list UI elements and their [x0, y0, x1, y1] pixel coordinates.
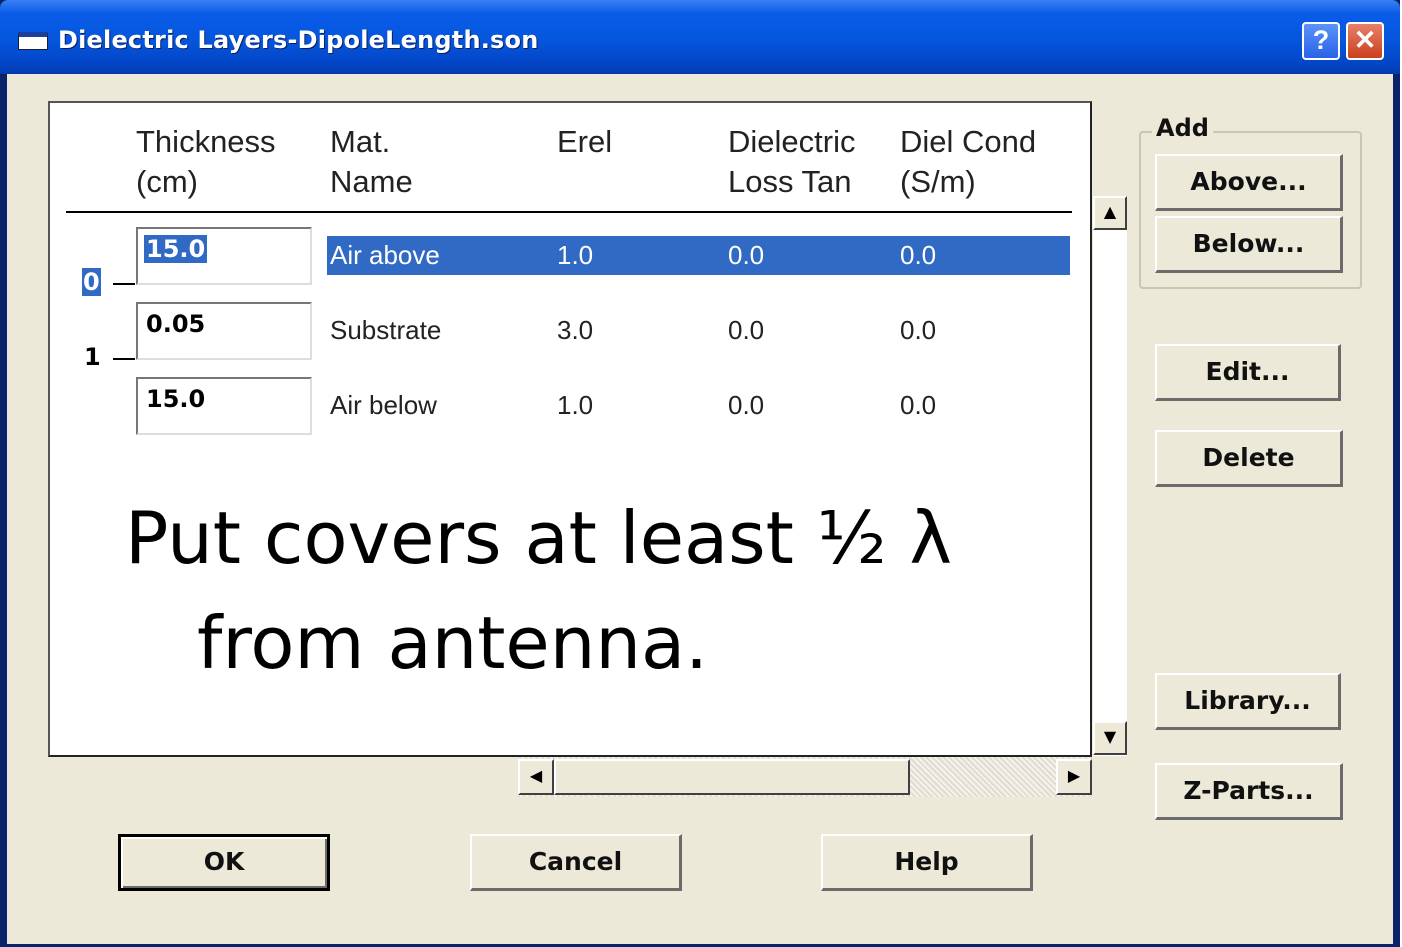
level-marker[interactable]: 0	[82, 268, 101, 296]
row-name[interactable]: Air below	[330, 390, 437, 420]
row-erel[interactable]: 1.0	[557, 240, 593, 270]
level-marker[interactable]: 1	[84, 343, 101, 371]
row-loss-tan[interactable]: 0.0	[728, 240, 764, 270]
thickness-field[interactable]: 15.0	[136, 227, 312, 285]
row-loss-tan[interactable]: 0.0	[728, 390, 764, 420]
vertical-scrollbar[interactable]	[1093, 196, 1127, 756]
header-divider	[66, 211, 1072, 213]
header-loss-tan: Dielectric Loss Tan	[728, 124, 856, 199]
header-erel: Erel	[557, 124, 613, 159]
annotation-line-2: from antenna.	[197, 601, 708, 685]
library-button[interactable]: Library...	[1155, 673, 1341, 730]
cancel-button[interactable]: Cancel	[470, 834, 682, 891]
row-name[interactable]: Substrate	[330, 315, 441, 345]
scroll-left-icon[interactable]: ◀	[518, 759, 554, 795]
row-erel[interactable]: 1.0	[557, 390, 593, 420]
ok-button[interactable]: OK	[118, 834, 330, 891]
title-bar[interactable]: Dielectric Layers-DipoleLength.son ? ✕	[0, 0, 1400, 74]
window-title: Dielectric Layers-DipoleLength.son	[58, 26, 539, 54]
row-loss-tan[interactable]: 0.0	[728, 315, 764, 345]
help-icon[interactable]: ?	[1302, 22, 1340, 60]
row-diel-cond[interactable]: 0.0	[900, 240, 936, 270]
help-button[interactable]: Help	[821, 834, 1033, 891]
add-group-label: Add	[1152, 114, 1213, 142]
header-mat-name: Mat. Name	[330, 124, 413, 199]
scroll-up-icon[interactable]: ▲	[1093, 196, 1127, 230]
thickness-field[interactable]: 15.0	[136, 377, 312, 435]
delete-button[interactable]: Delete	[1155, 430, 1343, 487]
add-below-button[interactable]: Below...	[1155, 216, 1343, 273]
annotation-line-1: Put covers at least ½ λ	[125, 496, 953, 580]
header-diel-cond: Diel Cond (S/m)	[900, 124, 1037, 199]
row-erel[interactable]: 3.0	[557, 315, 593, 345]
level-tick	[113, 283, 135, 285]
add-above-button[interactable]: Above...	[1155, 154, 1343, 211]
header-thickness: Thickness (cm)	[136, 124, 276, 199]
scroll-down-icon[interactable]: ▼	[1093, 721, 1127, 755]
row-diel-cond[interactable]: 0.0	[900, 315, 936, 345]
thickness-field[interactable]: 0.05	[136, 302, 312, 360]
level-tick	[113, 358, 135, 360]
close-icon[interactable]: ✕	[1346, 22, 1384, 60]
edit-button[interactable]: Edit...	[1155, 344, 1341, 401]
z-parts-button[interactable]: Z-Parts...	[1155, 763, 1343, 820]
horizontal-scroll-thumb[interactable]	[554, 759, 910, 795]
row-diel-cond[interactable]: 0.0	[900, 390, 936, 420]
row-name[interactable]: Air above	[330, 240, 440, 270]
scroll-right-icon[interactable]: ▶	[1056, 759, 1092, 795]
window-icon	[18, 32, 48, 50]
